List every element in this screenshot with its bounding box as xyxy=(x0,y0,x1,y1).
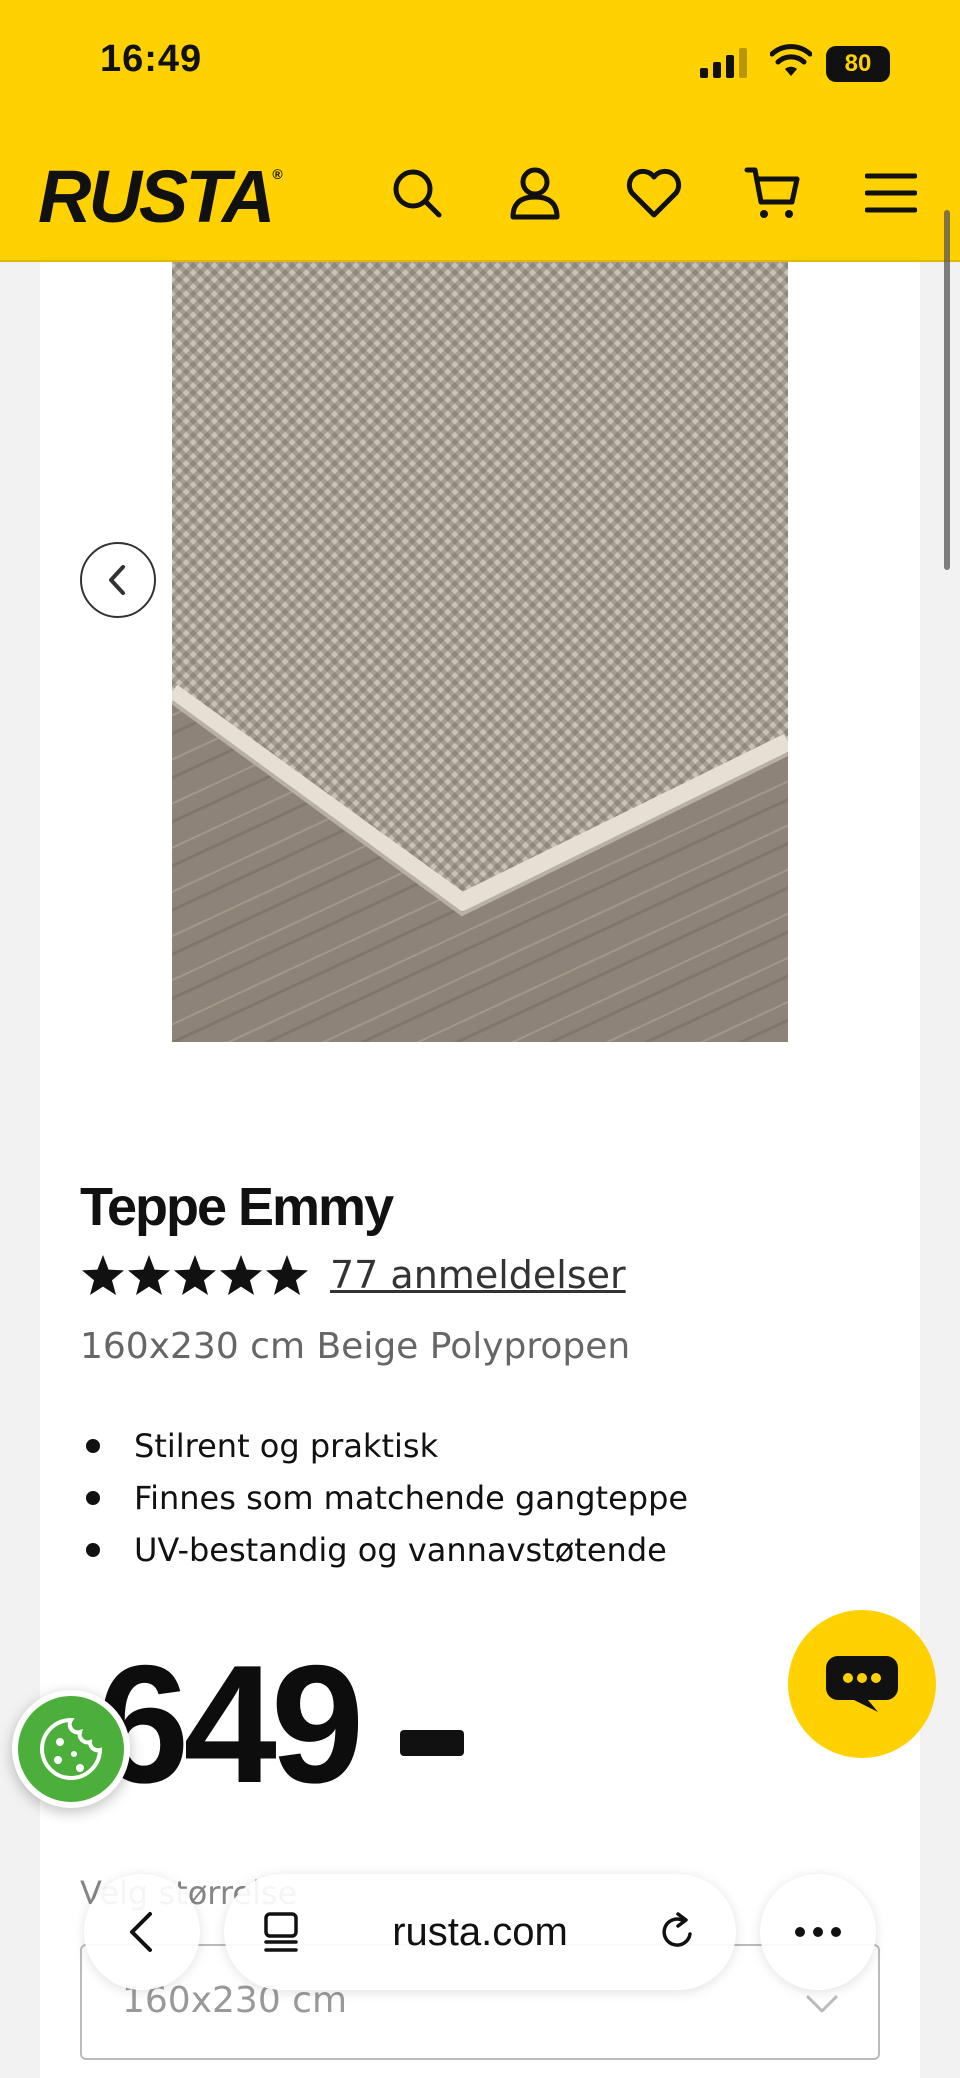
page-scrollbar[interactable] xyxy=(944,210,950,570)
logo-registered-mark: ® xyxy=(272,166,283,182)
reload-icon[interactable] xyxy=(656,1910,700,1954)
product-image[interactable] xyxy=(172,262,788,1042)
feature-text: Stilrent og praktisk xyxy=(134,1427,439,1465)
cookie-settings-button[interactable] xyxy=(12,1690,130,1808)
site-header: RUSTA® xyxy=(0,140,960,262)
logo-text: RUSTA xyxy=(38,155,275,238)
browser-toolbar: rusta.com xyxy=(80,1870,880,2000)
menu-button[interactable] xyxy=(858,160,924,226)
signal-icon xyxy=(700,48,747,78)
search-icon xyxy=(393,169,442,218)
feature-item: UV-bestandig og vannavstøtende xyxy=(80,1524,688,1576)
chat-button[interactable] xyxy=(788,1610,936,1758)
account-button[interactable] xyxy=(502,160,568,226)
rug-photo xyxy=(172,262,788,1042)
battery-level: 80 xyxy=(826,46,890,82)
hamburger-menu-icon xyxy=(865,173,917,213)
browser-back-button[interactable] xyxy=(84,1874,200,1990)
status-time: 16:49 xyxy=(100,38,203,80)
rusta-logo[interactable]: RUSTA® xyxy=(38,154,283,239)
feature-item: Stilrent og praktisk xyxy=(80,1420,688,1472)
wishlist-button[interactable] xyxy=(621,160,687,226)
reviews-link[interactable]: 77 anmeldelser xyxy=(330,1253,626,1297)
product-subtitle: 160x230 cm Beige Polypropen xyxy=(80,1326,631,1367)
product-price: 649 xyxy=(96,1630,364,1818)
bullet-icon xyxy=(86,1543,100,1557)
chevron-left-icon xyxy=(130,1912,152,1952)
chat-bubble-icon xyxy=(826,1656,898,1712)
star-icon xyxy=(220,1255,262,1295)
bullet-icon xyxy=(86,1491,100,1505)
status-bar: 16:49 80 xyxy=(0,0,960,140)
price-dash xyxy=(400,1730,464,1756)
more-icon xyxy=(795,1927,841,1937)
star-icon xyxy=(82,1255,124,1295)
product-title: Teppe Emmy xyxy=(80,1177,394,1237)
rating-stars xyxy=(80,1252,310,1298)
feature-item: Finnes som matchende gangteppe xyxy=(80,1472,688,1524)
account-icon xyxy=(510,167,560,220)
chevron-left-icon xyxy=(109,565,125,595)
heart-icon xyxy=(626,168,682,218)
battery-icon: 80 xyxy=(826,46,896,82)
cart-icon xyxy=(744,167,800,218)
star-icon xyxy=(174,1255,216,1295)
product-rating: 77 anmeldelser xyxy=(80,1252,626,1298)
star-icon xyxy=(128,1255,170,1295)
search-button[interactable] xyxy=(384,160,450,226)
cart-button[interactable] xyxy=(740,160,806,226)
feature-list: Stilrent og praktisk Finnes som matchend… xyxy=(80,1420,688,1576)
browser-more-button[interactable] xyxy=(760,1874,876,1990)
feature-text: UV-bestandig og vannavstøtende xyxy=(134,1531,667,1569)
wifi-icon xyxy=(770,44,812,76)
feature-text: Finnes som matchende gangteppe xyxy=(134,1479,689,1517)
browser-address-bar[interactable]: rusta.com xyxy=(224,1874,736,1990)
bullet-icon xyxy=(86,1439,100,1453)
carousel-prev-button[interactable] xyxy=(80,542,156,618)
cookie-icon xyxy=(40,1717,103,1780)
star-icon xyxy=(266,1255,308,1295)
